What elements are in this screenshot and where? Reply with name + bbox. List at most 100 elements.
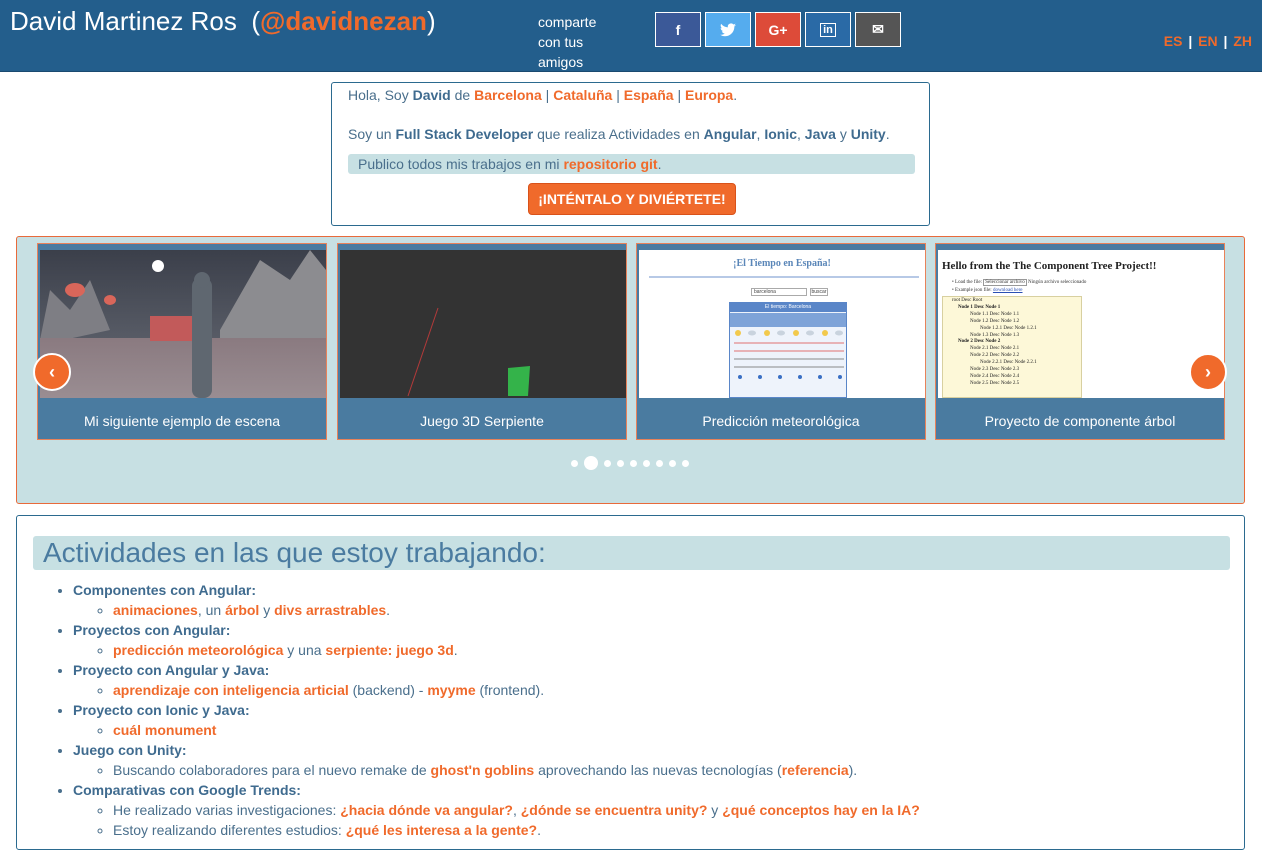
activity-category: Proyecto con Ionic y Java: cuál monument (73, 700, 920, 740)
card-caption: Predicción meteorológica (702, 413, 860, 429)
activity-category: Proyecto con Angular y Java: aprendizaje … (73, 660, 920, 700)
tree-node: Node 2.1 Desc Node 2.1 (970, 346, 1020, 352)
intro-text: Soy un (348, 126, 396, 142)
activity-link[interactable]: serpiente: juego 3d (325, 642, 453, 658)
activity-link[interactable]: ¿dónde se encuentra unity? (521, 802, 708, 818)
activity-text: . (386, 602, 391, 618)
carousel-prev-button[interactable]: ‹ (33, 353, 71, 391)
activity-sublist: He realizado varias investigaciones: ¿ha… (113, 800, 920, 840)
lang-en-link[interactable]: EN (1198, 33, 1217, 49)
activity-text: He realizado varias investigaciones: (113, 802, 341, 818)
activity-link[interactable]: ¿hacia dónde va angular? (340, 802, 513, 818)
tree-title: Hello from the The Component Tree Projec… (942, 260, 1157, 272)
repo-link[interactable]: repositorio git (563, 156, 657, 172)
carousel-dot[interactable] (571, 459, 578, 467)
activity-sublist: Buscando colaboradores para el nuevo rem… (113, 760, 920, 780)
repo-text: Publico todos mis trabajos en mi (358, 156, 564, 172)
lang-separator: | (1223, 33, 1228, 49)
carousel-dot[interactable] (656, 459, 663, 467)
activity-link[interactable]: predicción meteorológica (113, 642, 283, 658)
carousel-dot[interactable] (604, 459, 611, 467)
weather-search-input: barcelona (751, 288, 807, 296)
activity-item: animaciones, un árbol y divs arrastrable… (113, 600, 920, 620)
place-link-cataluna[interactable]: Cataluña (553, 87, 612, 103)
activity-text: y una (283, 642, 326, 658)
snake-thumbnail (340, 250, 626, 398)
activity-category-label: Proyecto con Angular y Java: (73, 662, 270, 678)
tree-node: Node 2.2.1 Desc Node 2.2.1 (980, 360, 1037, 366)
carousel-pagination (571, 456, 689, 470)
tree-download-link: download here (992, 288, 1023, 293)
google-plus-share-button[interactable]: G+ (755, 12, 801, 47)
activity-text: y (707, 802, 723, 818)
tree-node: Node 2.3 Desc Node 2.3 (970, 367, 1020, 373)
weather-title: ¡El Tiempo en España! (733, 258, 831, 269)
facebook-share-button[interactable]: f (655, 12, 701, 47)
place-link-barcelona[interactable]: Barcelona (474, 87, 542, 103)
carousel-dot[interactable] (643, 459, 650, 467)
intro-greeting: Hola, Soy David de Barcelona | Cataluña … (348, 87, 737, 103)
activity-link[interactable]: ghost'n goblins (431, 762, 535, 778)
lang-zh-link[interactable]: ZH (1233, 33, 1252, 49)
tree-load-label: Load the file: (955, 280, 982, 285)
repo-notice: Publico todos mis trabajos en mi reposit… (348, 154, 915, 174)
activity-link[interactable]: ¿qué les interesa a la gente? (346, 822, 537, 838)
tech-angular: Angular (703, 126, 757, 142)
activity-text: aprovechando las nuevas tecnologías ( (534, 762, 782, 778)
carousel-card-snake[interactable]: Juego 3D Serpiente (337, 243, 627, 440)
twitter-share-button[interactable] (705, 12, 751, 47)
share-text: comparte con tus amigos (538, 14, 597, 70)
carousel-next-button[interactable]: › (1189, 353, 1227, 391)
tree-example-line: • Example json file: download here (952, 288, 1023, 293)
try-it-button[interactable]: ¡INTÉNTALO Y DIVIÉRTETE! (528, 183, 736, 215)
tree-node: Node 2.4 Desc Node 2.4 (970, 373, 1020, 379)
activity-item: cuál monument (113, 720, 920, 740)
carousel-dot[interactable] (584, 456, 598, 470)
activity-category: Comparativas con Google Trends: He realiz… (73, 780, 920, 840)
place-link-europa[interactable]: Europa (685, 87, 733, 103)
linkedin-share-button[interactable]: in (805, 12, 851, 47)
carousel-dot[interactable] (669, 459, 676, 467)
paren-close: ) (426, 6, 436, 36)
carousel-card-weather[interactable]: ¡El Tiempo en España! barcelona buscar E… (636, 243, 926, 440)
weather-table-title: El tiempo: Barcelona (730, 303, 846, 312)
intro-text: que realiza Actividades en (533, 126, 704, 142)
activity-link[interactable]: aprendizaje con inteligencia articial (113, 682, 349, 698)
intro-separator: | (673, 87, 685, 103)
mail-share-button[interactable]: ✉ (855, 12, 901, 47)
tree-node: Node 2 Desc Node 2 (958, 339, 1001, 345)
tree-load-line: • Load the file: Seleccionar archivo Nin… (952, 279, 1087, 286)
activities-title: Actividades en las que estoy trabajando: (33, 536, 1230, 570)
activity-link[interactable]: referencia (782, 762, 849, 778)
intro-text: . (885, 126, 890, 142)
carousel-card-scene[interactable]: Mi siguiente ejemplo de escena (37, 243, 327, 440)
intro-text: , (797, 126, 805, 142)
activity-text: . (453, 642, 458, 658)
tree-example-label: Example json file: (955, 288, 992, 293)
activity-text: Buscando colaboradores para el nuevo rem… (113, 762, 431, 778)
activity-link[interactable]: cuál monument (113, 722, 216, 738)
tech-ionic: Ionic (764, 126, 797, 142)
activity-sublist: aprendizaje con inteligencia articial (b… (113, 680, 920, 700)
place-link-espana[interactable]: España (624, 87, 674, 103)
activity-link[interactable]: árbol (225, 602, 259, 618)
carousel-dot[interactable] (682, 459, 689, 467)
tech-unity: Unity (850, 126, 886, 142)
carousel-card-tree[interactable]: Hello from the The Component Tree Projec… (935, 243, 1225, 440)
intro-separator: | (612, 87, 624, 103)
activity-link[interactable]: ¿qué conceptos hay en la IA? (722, 802, 920, 818)
twitter-handle-link[interactable]: @davidnezan (260, 6, 427, 36)
activity-link[interactable]: divs arrastrables (274, 602, 386, 618)
activity-sublist: animaciones, un árbol y divs arrastrable… (113, 600, 920, 620)
lang-es-link[interactable]: ES (1164, 33, 1183, 49)
carousel-dot[interactable] (617, 459, 624, 467)
activity-link[interactable]: myyme (427, 682, 475, 698)
intro-text: Hola, Soy (348, 87, 413, 103)
activity-link[interactable]: animaciones (113, 602, 198, 618)
intro-role-title: Full Stack Developer (395, 126, 534, 142)
card-caption: Juego 3D Serpiente (420, 413, 544, 429)
activity-text: , (512, 802, 521, 818)
activity-text: ). (848, 762, 858, 778)
activity-sublist: cuál monument (113, 720, 920, 740)
carousel-dot[interactable] (630, 459, 637, 467)
